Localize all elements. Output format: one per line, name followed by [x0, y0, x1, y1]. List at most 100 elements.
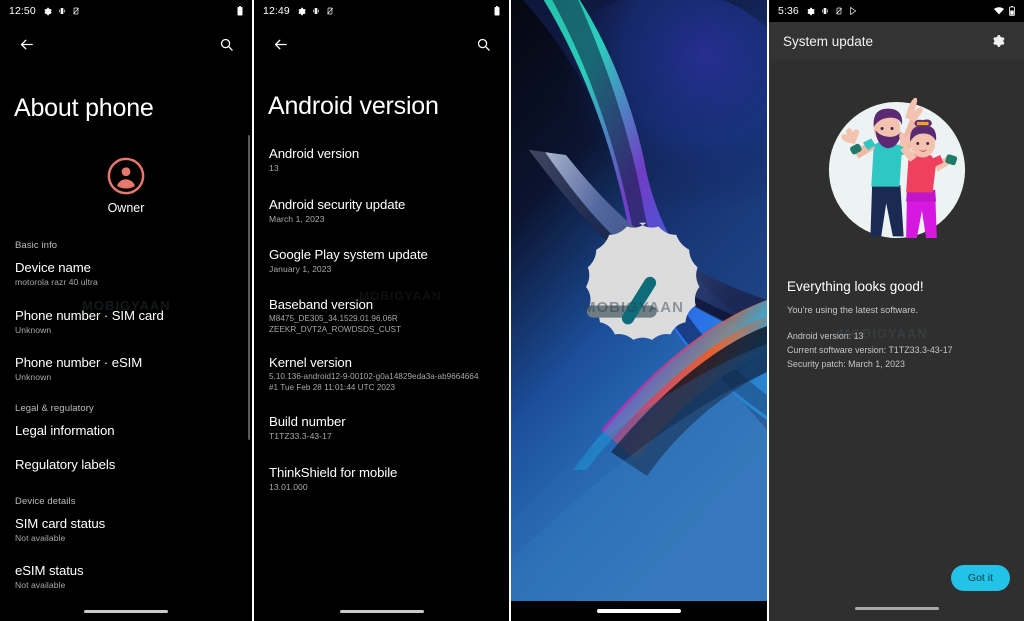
- section-label-basic-info: Basic info: [15, 240, 58, 251]
- status-bar: 5:36: [769, 0, 1024, 22]
- panel-about-phone: 12:50 About phone Owner MOBIGYAAN Basic …: [0, 0, 252, 621]
- status-time: 12:49: [263, 5, 290, 17]
- panel-home-screen: MOBIGYAAN: [511, 0, 767, 621]
- row-title: Android security update: [269, 196, 406, 212]
- list-item[interactable]: Android version 13: [254, 146, 509, 175]
- celebration-illustration: [828, 97, 965, 239]
- clock-face: [585, 222, 700, 340]
- list-item[interactable]: Legal information: [0, 423, 252, 438]
- list-item[interactable]: Baseband version M8475_DE305_34.1529.01.…: [254, 297, 509, 336]
- status-time: 12:50: [9, 5, 36, 17]
- row-title: Device name: [15, 260, 91, 275]
- mute-icon: [835, 6, 843, 16]
- gesture-nav-pill[interactable]: [597, 609, 681, 613]
- row-value: Not available: [15, 580, 66, 591]
- battery-icon: [1009, 6, 1015, 16]
- status-subheading: You're using the latest software.: [787, 305, 919, 315]
- row-value: 13.01.000: [269, 482, 308, 493]
- system-update-text: Everything looks good! You're using the …: [769, 253, 1024, 371]
- search-icon[interactable]: [471, 32, 495, 56]
- back-icon[interactable]: [14, 32, 38, 56]
- clock-widget[interactable]: [545, 219, 733, 405]
- battery-icon: [237, 6, 243, 16]
- row-title: SIM card status: [15, 515, 106, 531]
- list-item[interactable]: Phone number · SIM card Unknown: [0, 308, 252, 337]
- row-title: Kernel version: [269, 354, 352, 370]
- section-label-legal: Legal & regulatory: [15, 402, 94, 414]
- app-bar: [254, 22, 509, 66]
- panel-system-update: 5:36 System update Everything looks good…: [769, 0, 1024, 621]
- row-title: Legal information: [15, 422, 115, 438]
- row-title: eSIM status: [15, 563, 84, 579]
- vibrate-icon: [58, 6, 66, 16]
- gesture-nav-pill[interactable]: [84, 609, 168, 613]
- gear-icon: [43, 7, 52, 16]
- gear-icon: [806, 7, 815, 16]
- list-item[interactable]: Android security update March 1, 2023: [254, 197, 509, 226]
- wifi-icon: [994, 7, 1004, 15]
- mute-icon: [72, 6, 80, 16]
- row-value: Unknown: [15, 372, 52, 383]
- list-item[interactable]: Kernel version 5.10.136-android12-9-0010…: [254, 355, 509, 394]
- gesture-nav-pill[interactable]: [854, 606, 939, 610]
- section-label-device-details: Device details: [15, 495, 76, 507]
- battery-icon: [494, 6, 500, 16]
- minute-hand: [586, 305, 657, 318]
- gear-icon[interactable]: [986, 29, 1010, 53]
- page-title: Android version: [268, 92, 439, 120]
- status-bar: 12:49: [254, 0, 509, 22]
- got-it-button[interactable]: Got it: [950, 565, 1010, 591]
- play-store-icon: [849, 6, 858, 16]
- vibrate-icon: [312, 6, 320, 16]
- app-bar: System update: [769, 22, 1024, 60]
- system-update-body: System update Everything looks good! You…: [769, 22, 1024, 621]
- detail-android-version: Android version: 13: [787, 331, 864, 341]
- list-item[interactable]: eSIM status Not available: [0, 563, 252, 592]
- list-item[interactable]: Google Play system update January 1, 202…: [254, 247, 509, 276]
- row-title: Phone number · SIM card: [15, 307, 164, 323]
- status-time: 5:36: [778, 5, 799, 17]
- list-item[interactable]: Phone number · eSIM Unknown: [0, 355, 252, 384]
- detail-software-version: Current software version: T1TZ33.3-43-17: [787, 345, 953, 356]
- list-item[interactable]: ThinkShield for mobile 13.01.000: [254, 465, 509, 494]
- account-name: Owner: [107, 201, 145, 215]
- wallpaper: MOBIGYAAN: [511, 0, 767, 621]
- list-item[interactable]: Regulatory labels: [0, 457, 252, 472]
- mute-icon: [326, 6, 334, 16]
- avatar: [107, 157, 145, 195]
- list-item[interactable]: Build number T1TZ33.3-43-17: [254, 414, 509, 443]
- row-value: January 1, 2023: [269, 264, 332, 275]
- row-title: Regulatory labels: [15, 456, 116, 472]
- screenshot-strip: 12:50 About phone Owner MOBIGYAAN Basic …: [0, 0, 1024, 621]
- list-item[interactable]: SIM card status Not available: [0, 516, 252, 545]
- row-value: March 1, 2023: [269, 213, 325, 224]
- row-value: M8475_DE305_34.1529.01.96.06R ZEEKR_DVT2…: [269, 313, 402, 334]
- search-icon[interactable]: [214, 32, 238, 56]
- page-title: About phone: [14, 94, 154, 122]
- row-title: Baseband version: [269, 296, 373, 312]
- scrollbar[interactable]: [247, 135, 250, 440]
- detail-security-patch: Security patch: March 1, 2023: [787, 359, 905, 370]
- panel-android-version: 12:49 Android version MOBIGYAAN Android …: [254, 0, 509, 621]
- row-title: ThinkShield for mobile: [269, 465, 398, 481]
- row-value: T1TZ33.3-43-17: [269, 431, 332, 442]
- gesture-nav-pill[interactable]: [339, 609, 424, 613]
- row-value: motorola razr 40 ultra: [15, 277, 98, 287]
- row-value: Unknown: [15, 324, 52, 335]
- gear-icon: [297, 7, 306, 16]
- row-value: 5.10.136-android12-9-00102-g0a14829eda3a…: [269, 371, 479, 392]
- version-list: Android version 13 Android security upda…: [254, 146, 509, 513]
- back-icon[interactable]: [268, 32, 292, 56]
- row-title: Android version: [269, 146, 360, 161]
- settings-list: Basic info Device name motorola razr 40 …: [0, 240, 252, 611]
- status-heading: Everything looks good!: [787, 279, 924, 294]
- list-item[interactable]: Device name motorola razr 40 ultra: [0, 260, 252, 289]
- vibrate-icon: [821, 6, 829, 16]
- page-title: System update: [783, 33, 874, 49]
- row-title: Build number: [269, 414, 346, 430]
- account-block[interactable]: Owner: [0, 157, 252, 215]
- status-bar: 12:50: [0, 0, 252, 22]
- row-value: 13: [269, 163, 279, 173]
- app-bar: [0, 22, 252, 66]
- row-title: Google Play system update: [269, 247, 428, 263]
